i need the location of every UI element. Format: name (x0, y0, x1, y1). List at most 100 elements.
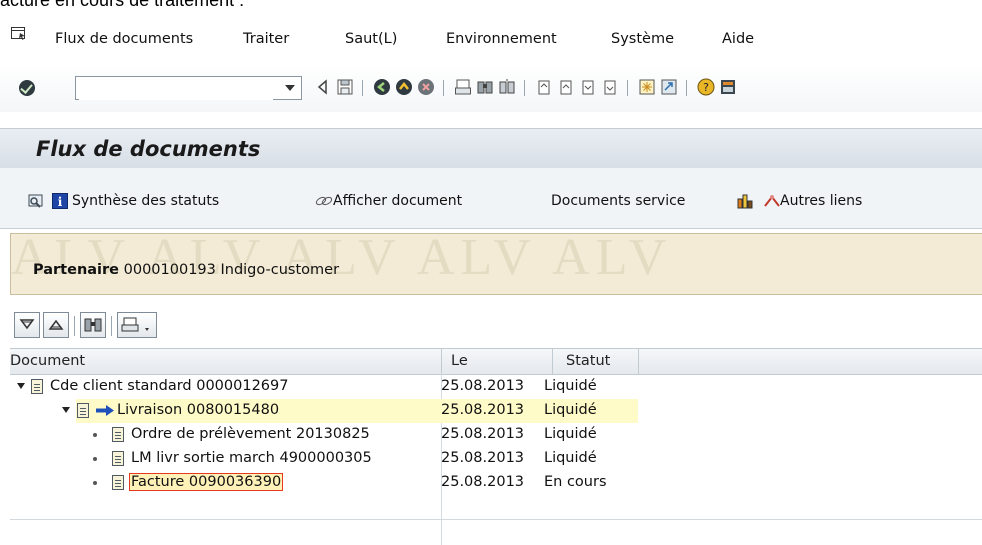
status-cell: Liquidé (544, 402, 597, 418)
other-links-button[interactable]: Autres liens (780, 193, 862, 209)
chain-link-icon[interactable] (314, 193, 334, 209)
expanded-node-icon[interactable] (62, 407, 70, 413)
toolbar-separator (362, 80, 363, 96)
status-cell: Liquidé (544, 450, 597, 466)
document-icon (77, 403, 89, 418)
expanded-node-icon[interactable] (17, 383, 25, 389)
svg-text:i: i (58, 195, 63, 209)
help-icon[interactable]: ? (697, 78, 715, 96)
toolbar-separator (686, 80, 687, 96)
date-cell: 25.08.2013 (441, 450, 525, 466)
next-page-icon[interactable] (579, 78, 597, 96)
command-field[interactable] (75, 76, 302, 100)
status-cell: Liquidé (544, 426, 597, 442)
print-icon[interactable] (454, 78, 472, 96)
application-toolbar: i Synthèse des statuts Afficher document… (0, 168, 982, 229)
find-next-icon[interactable] (498, 78, 516, 96)
save-icon[interactable] (336, 78, 354, 96)
menu-aide[interactable]: Aide (722, 31, 754, 47)
chevron-down-icon[interactable] (285, 85, 295, 91)
column-header-status[interactable]: Statut (566, 353, 610, 369)
document-cell[interactable]: Livraison 0080015480 (117, 402, 279, 418)
column-divider (441, 349, 442, 374)
arrow-right-icon (96, 405, 114, 416)
table-row[interactable]: LM livr sortie march 4900000305 25.08.20… (10, 447, 982, 471)
last-page-icon[interactable] (601, 78, 619, 96)
command-input[interactable] (79, 78, 273, 100)
find-icon[interactable] (476, 78, 494, 96)
column-divider (552, 349, 553, 374)
document-cell[interactable]: LM livr sortie march 4900000305 (131, 450, 372, 466)
status-cell: En cours (544, 474, 607, 490)
partner-value: 0000100193 Indigo-customer (123, 262, 340, 278)
page-title: Flux de documents (36, 137, 261, 161)
column-divider (638, 349, 639, 374)
leaf-node-icon (93, 481, 97, 485)
menu-window-icon[interactable] (11, 27, 27, 41)
date-cell: 25.08.2013 (441, 474, 525, 490)
grid-bottom-line (10, 519, 982, 520)
column-header-date[interactable]: Le (451, 353, 468, 369)
document-cell[interactable]: Cde client standard 0000012697 (50, 378, 288, 394)
document-icon (112, 451, 124, 466)
cancel-icon[interactable] (417, 78, 435, 96)
back-green-icon[interactable] (373, 78, 391, 96)
toolbar-separator (443, 80, 444, 96)
standard-toolbar: ? (0, 64, 982, 112)
toolbar-separator (524, 80, 525, 96)
document-cell[interactable]: Ordre de prélèvement 20130825 (131, 426, 370, 442)
document-cell[interactable]: Facture 0090036390 (128, 473, 284, 491)
leaf-node-icon (93, 457, 97, 461)
toolbar-separator (111, 316, 112, 336)
menu-environnement[interactable]: Environnement (446, 31, 557, 47)
toolbar-separator (627, 80, 628, 96)
column-header-document[interactable]: Document (10, 353, 85, 369)
other-links-icon[interactable] (762, 193, 782, 209)
shortcut-icon[interactable] (660, 78, 678, 96)
date-cell: 25.08.2013 (441, 402, 525, 418)
document-flow-tree: Document Le Statut Cde client standard 0… (10, 348, 982, 545)
info-icon[interactable]: i (52, 193, 68, 209)
find-button[interactable] (80, 312, 106, 338)
table-row[interactable]: Livraison 0080015480 25.08.2013 Liquidé (10, 399, 982, 423)
menu-saut[interactable]: Saut(L) (345, 31, 397, 47)
new-session-icon[interactable] (638, 78, 656, 96)
status-overview-button[interactable]: Synthèse des statuts (72, 193, 219, 209)
date-cell: 25.08.2013 (441, 378, 525, 394)
display-document-button[interactable]: Afficher document (333, 193, 462, 209)
document-icon (112, 427, 124, 442)
table-row[interactable]: Cde client standard 0000012697 25.08.201… (10, 375, 982, 399)
toolbar-separator (74, 316, 75, 336)
chart-icon[interactable] (737, 193, 753, 209)
overview-glasses-icon[interactable] (28, 193, 44, 209)
screen-title-bar: Flux de documents (0, 128, 982, 169)
menu-systeme[interactable]: Système (611, 31, 674, 47)
expand-icon (19, 319, 35, 330)
alv-watermark: ALV ALV ALV ALV ALV (11, 233, 673, 286)
print-icon (121, 317, 149, 332)
svg-text:?: ? (703, 81, 709, 94)
first-page-icon[interactable] (535, 78, 553, 96)
collapse-icon (48, 319, 64, 330)
menu-traiter[interactable]: Traiter (243, 31, 289, 47)
exit-yellow-icon[interactable] (395, 78, 413, 96)
expand-all-button[interactable] (14, 312, 40, 338)
grid-header: Document Le Statut (10, 348, 982, 375)
partner-line: Partenaire 0000100193 Indigo-customer (33, 262, 339, 278)
document-icon (112, 475, 124, 490)
enter-check-icon[interactable] (19, 80, 35, 96)
document-header: ALV ALV ALV ALV ALV Partenaire 000010019… (10, 233, 982, 295)
table-row[interactable]: Facture 0090036390 25.08.2013 En cours (10, 471, 982, 495)
service-documents-button[interactable]: Documents service (551, 193, 685, 209)
back-triangle-icon[interactable] (314, 78, 332, 96)
status-cell: Liquidé (544, 378, 597, 394)
menu-flux-de-documents[interactable]: Flux de documents (55, 31, 193, 47)
layout-menu-icon[interactable] (719, 78, 737, 96)
print-menu-button[interactable] (117, 312, 157, 338)
menu-bar: Flux de documents Traiter Saut(L) Enviro… (0, 24, 982, 52)
binoculars-icon (84, 318, 102, 332)
previous-page-icon[interactable] (557, 78, 575, 96)
collapse-all-button[interactable] (43, 312, 69, 338)
date-cell: 25.08.2013 (441, 426, 525, 442)
table-row[interactable]: Ordre de prélèvement 20130825 25.08.2013… (10, 423, 982, 447)
